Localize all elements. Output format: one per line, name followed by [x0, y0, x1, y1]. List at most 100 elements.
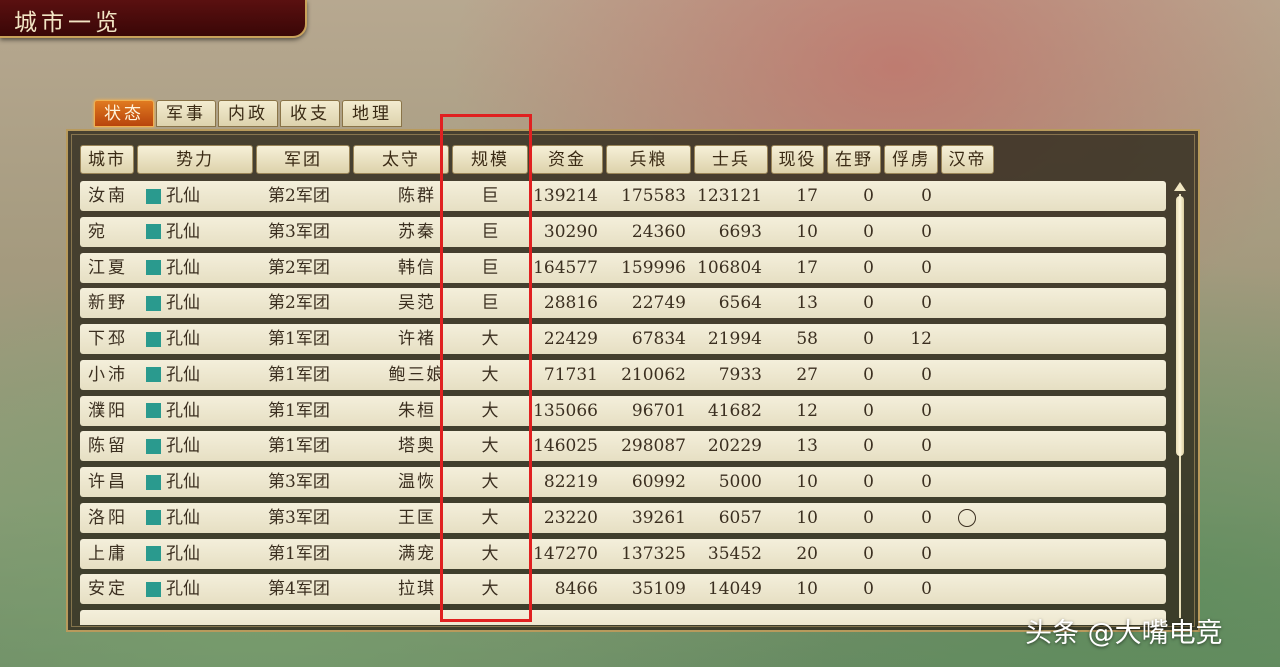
column-header-force[interactable]: 势力	[137, 145, 253, 174]
corps-name: 第3军团	[268, 221, 330, 242]
table-row[interactable]: 新野 第2军团 吴范 巨 28816 22749 6564 13 0 0 孔仙	[80, 288, 1166, 319]
food-value: 159996	[621, 257, 686, 278]
table-row[interactable]: 上庸 第1军团 满宠 大 147270 137325 35452 20 0 0 孔仙	[80, 538, 1166, 569]
city-name: 汝南	[88, 186, 128, 206]
emperor-marker	[958, 503, 978, 533]
force-color-swatch	[146, 295, 161, 311]
emperor-marker	[958, 253, 978, 283]
city-scale: 大	[481, 472, 499, 492]
corps-name: 第1军团	[268, 364, 330, 385]
active-officers-value: 17	[796, 257, 818, 278]
governor-name: 许褚	[398, 329, 436, 349]
column-header-active[interactable]: 现役	[771, 145, 824, 174]
table-row[interactable]: 陈留 第1军团 塔奥 大 146025 298087 20229 13 0 0 孔仙	[80, 431, 1166, 462]
vertical-scrollbar[interactable]	[1174, 182, 1186, 622]
table-row[interactable]: 洛阳 第3军团 王匡 大 23220 39261 6057 10 0 0 孔仙	[80, 502, 1166, 533]
city-scale: 大	[481, 543, 499, 564]
captives-value: 0	[921, 579, 932, 600]
city-name: 江夏	[88, 257, 128, 278]
table-row[interactable]: 小沛 第1军团 鲍三娘 大 71731 210062 7933 27 0 0 孔仙	[80, 359, 1166, 390]
captives-value: 12	[910, 329, 932, 349]
force-cell: 孔仙	[146, 324, 200, 354]
force-color-swatch	[146, 224, 161, 240]
table-row-partial[interactable]	[80, 610, 1166, 625]
force-name: 孔仙	[166, 364, 200, 385]
city-scale: 大	[481, 579, 499, 600]
force-color-swatch	[146, 581, 161, 597]
field-officers-value: 0	[863, 472, 874, 492]
emperor-marker	[958, 539, 978, 569]
funds-value: 71731	[543, 364, 598, 385]
emperor-marker	[958, 574, 978, 604]
active-officers-value: 10	[796, 579, 818, 600]
force-cell: 孔仙	[146, 288, 200, 318]
corps-name: 第2军团	[268, 293, 330, 314]
funds-value: 164577	[533, 257, 598, 278]
force-color-swatch	[146, 188, 161, 204]
corps-name: 第1军团	[268, 436, 330, 457]
governor-name: 朱桓	[398, 400, 436, 421]
column-header-scale[interactable]: 规模	[452, 145, 528, 174]
table-row[interactable]: 安定 第4军团 拉琪 大 8466 35109 14049 10 0 0 孔仙	[80, 574, 1166, 605]
tab-geography[interactable]: 地理	[342, 100, 402, 127]
column-header-funds[interactable]: 资金	[531, 145, 603, 174]
funds-value: 22429	[543, 329, 598, 349]
funds-value: 28816	[543, 293, 598, 314]
active-officers-value: 12	[796, 400, 818, 421]
food-value: 39261	[631, 507, 686, 528]
table-row[interactable]: 江夏 第2军团 韩信 巨 164577 159996 106804 17 0 0 孔仙	[80, 252, 1166, 283]
captives-value: 0	[921, 186, 932, 206]
column-header-field[interactable]: 在野	[827, 145, 881, 174]
column-header-food[interactable]: 兵粮	[606, 145, 691, 174]
table-row[interactable]: 许昌 第3军团 温恢 大 82219 60992 5000 10 0 0 孔仙	[80, 467, 1166, 497]
table-row[interactable]: 下邳 第1军团 许褚 大 22429 67834 21994 58 0 12 孔仙	[80, 324, 1166, 354]
force-cell: 孔仙	[146, 503, 200, 533]
table-row[interactable]: 汝南 第2军团 陈群 巨 139214 175583 123121 17 0 0 孔仙	[80, 181, 1166, 211]
force-cell: 孔仙	[146, 396, 200, 426]
corps-name: 第3军团	[268, 472, 330, 492]
captives-value: 0	[921, 543, 932, 564]
city-scale: 大	[481, 507, 499, 528]
governor-name: 鲍三娘	[388, 364, 446, 385]
active-officers-value: 10	[796, 472, 818, 492]
watermark: 头条 @大嘴电竞	[1025, 618, 1223, 649]
scroll-up-arrow-icon[interactable]	[1174, 182, 1186, 191]
city-scale: 大	[481, 436, 499, 457]
corps-name: 第3军团	[268, 507, 330, 528]
tab-finance[interactable]: 收支	[280, 100, 340, 127]
scroll-thumb[interactable]	[1176, 196, 1184, 456]
column-header-corps[interactable]: 军团	[256, 145, 350, 174]
tab-military[interactable]: 军事	[156, 100, 216, 127]
city-name: 新野	[88, 293, 128, 314]
emperor-marker	[958, 324, 978, 354]
city-scale: 巨	[481, 293, 499, 314]
city-name: 洛阳	[88, 507, 128, 528]
force-cell: 孔仙	[146, 181, 200, 211]
column-header-governor[interactable]: 太守	[353, 145, 449, 174]
funds-value: 82219	[543, 472, 598, 492]
governor-name: 满宠	[398, 543, 436, 564]
column-header-city[interactable]: 城市	[80, 145, 134, 174]
city-name: 许昌	[88, 472, 128, 492]
food-value: 210062	[621, 364, 686, 385]
table-row[interactable]: 濮阳 第1军团 朱桓 大 135066 96701 41682 12 0 0 孔仙	[80, 395, 1166, 426]
captives-value: 0	[921, 293, 932, 314]
tab-status[interactable]: 状态	[94, 100, 154, 127]
troops-value: 123121	[697, 186, 762, 206]
emperor-marker	[958, 467, 978, 497]
field-officers-value: 0	[863, 436, 874, 457]
field-officers-value: 0	[863, 257, 874, 278]
emperor-marker	[958, 396, 978, 426]
city-scale: 大	[481, 364, 499, 385]
city-scale: 巨	[481, 186, 499, 206]
city-table-body: 汝南 第2军团 陈群巨 139214 175583 123121 17 0 0 孔仙宛第3军团 苏秦…	[80, 181, 1166, 625]
funds-value: 139214	[533, 186, 598, 206]
city-scale: 大	[481, 400, 499, 421]
column-header-emperor[interactable]: 汉帝	[941, 145, 994, 174]
funds-value: 147270	[533, 543, 598, 564]
table-row[interactable]: 宛 第3军团 苏秦 巨 30290 24360 6693 10 0 0 孔仙	[80, 216, 1166, 247]
column-header-troops[interactable]: 士兵	[694, 145, 768, 174]
governor-name: 塔奥	[398, 436, 436, 457]
tab-domestic[interactable]: 内政	[218, 100, 278, 127]
column-header-captive[interactable]: 俘虏	[884, 145, 938, 174]
